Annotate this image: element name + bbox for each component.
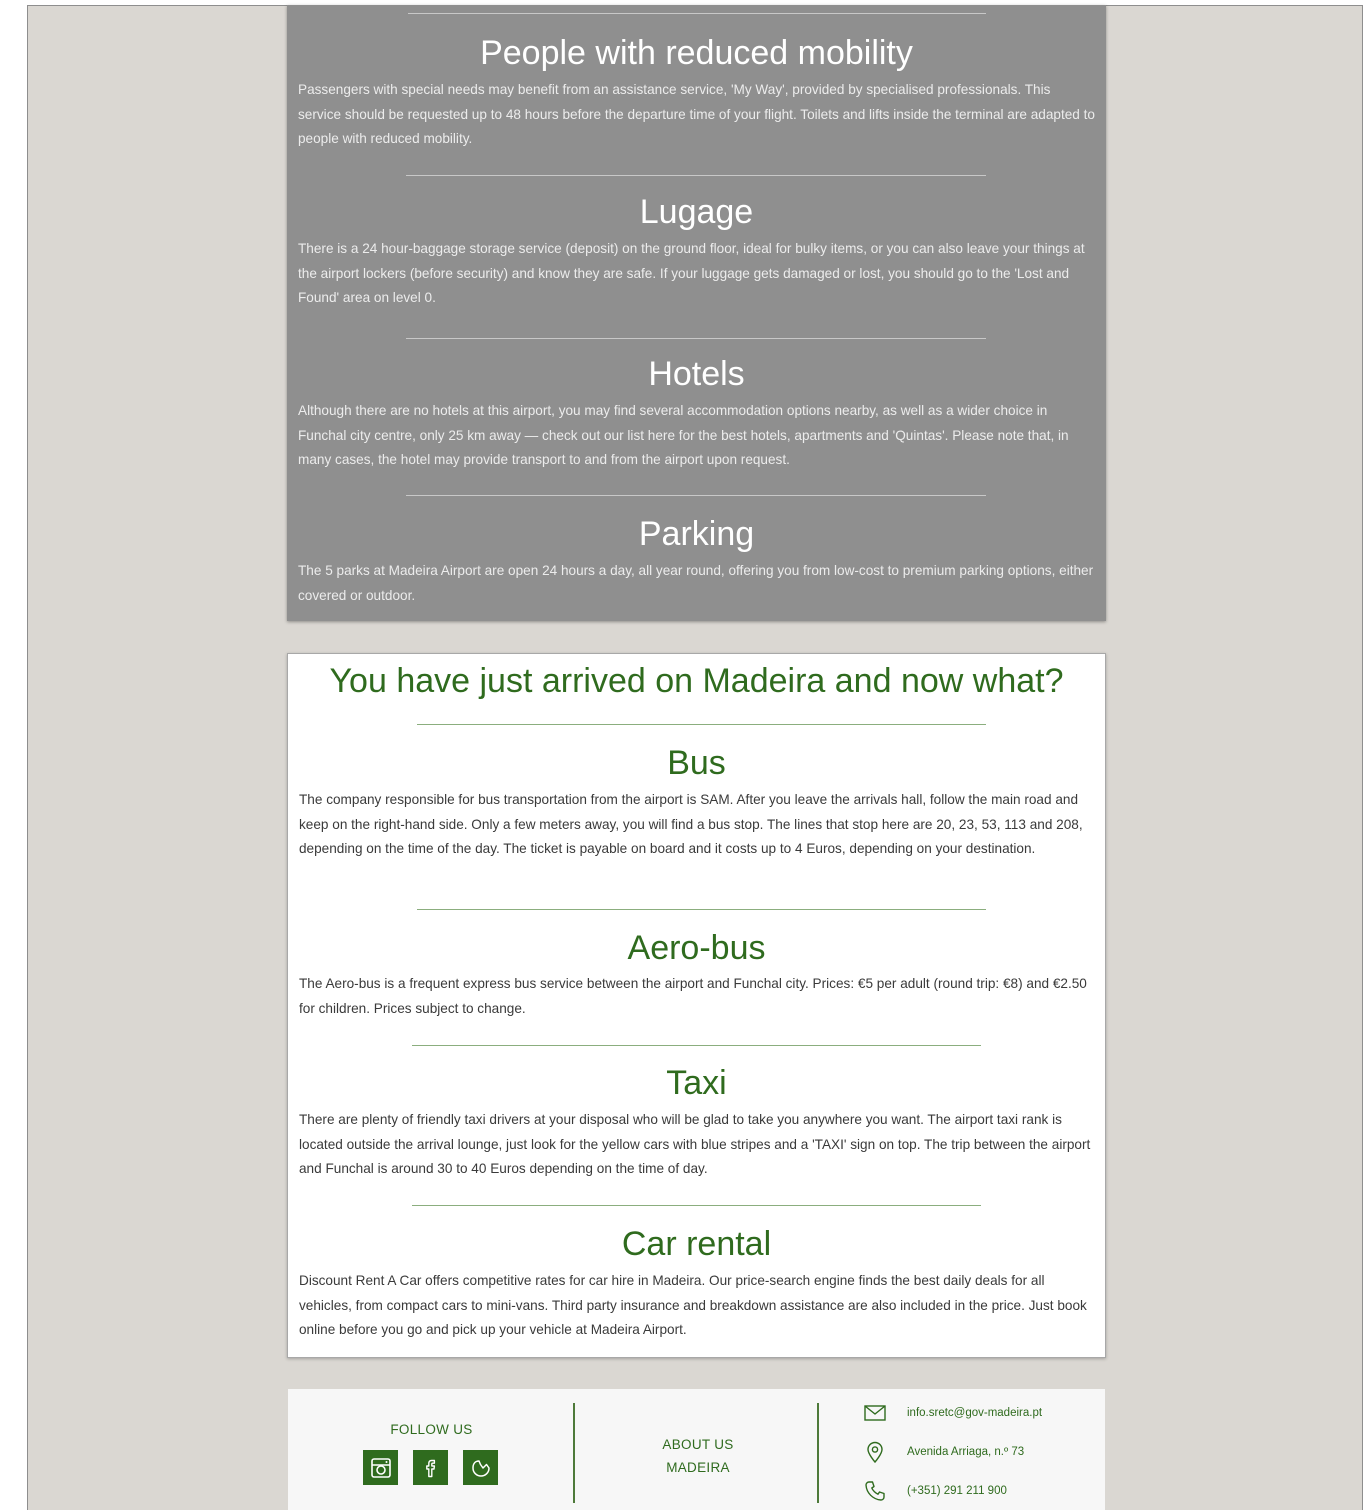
address-text: Avenida Arriaga, n.º 73 [907,1446,1025,1458]
contact-email[interactable]: info.sretc@gov-madeira.pt [863,1401,1042,1425]
section-body-parking: The 5 parks at Madeira Airport are open … [298,563,1094,603]
section-divider [412,1205,981,1206]
about-us-line1: ABOUT US [662,1437,734,1452]
arrival-title: You have just arrived on Madeira and now… [329,662,1064,700]
footer: FOLLOW US ABOUT US MADEIRA info.sretc@go… [288,1389,1105,1510]
section-body-luggage: There is a 24 hour-baggage storage servi… [298,241,1085,305]
section-body-hotels: Although there are no hotels at this air… [298,403,1069,467]
section-divider [406,338,986,339]
section-title-luggage: Lugage [639,193,754,231]
section-divider [417,909,986,910]
section-divider [406,495,986,496]
mail-icon [863,1401,887,1425]
section-divider [408,13,986,14]
section-title-car-rental: Car rental [621,1225,772,1263]
phone-text: (+351) 291 211 900 [907,1485,1007,1497]
airport-info-card: People with reduced mobility Passengers … [287,5,1106,621]
map-pin-icon [863,1440,887,1464]
footer-divider [573,1403,575,1503]
section-title-taxi: Taxi [666,1064,727,1102]
arrival-card: You have just arrived on Madeira and now… [287,653,1106,1358]
section-title-aero-bus: Aero-bus [627,929,766,967]
tripadvisor-icon[interactable] [463,1450,498,1485]
contact-address[interactable]: Avenida Arriaga, n.º 73 [863,1440,1024,1464]
section-body-taxi: There are plenty of friendly taxi driver… [299,1112,1091,1176]
section-divider [412,1045,981,1046]
section-title-hotels: Hotels [648,355,745,393]
section-title-bus: Bus [667,744,726,782]
follow-us-label: FOLLOW US [390,1422,473,1437]
facebook-icon[interactable] [413,1450,448,1485]
email-text: info.sretc@gov-madeira.pt [907,1407,1043,1419]
section-title-parking: Parking [638,515,755,553]
about-us-link[interactable]: ABOUT US MADEIRA [628,1433,768,1479]
footer-divider [817,1403,819,1503]
contact-phone[interactable]: (+351) 291 211 900 [863,1479,1007,1503]
instagram-icon[interactable] [363,1450,398,1485]
phone-icon [863,1479,887,1503]
section-divider [417,724,986,725]
section-body-bus: The company responsible for bus transpor… [299,792,1083,856]
section-body-aero-bus: The Aero-bus is a frequent express bus s… [299,976,1087,1016]
section-title-reduced-mobility: People with reduced mobility [480,34,913,72]
section-body-reduced-mobility: Passengers with special needs may benefi… [298,82,1095,146]
about-us-line2: MADEIRA [666,1460,730,1475]
section-divider [406,175,986,176]
section-body-car-rental: Discount Rent A Car offers competitive r… [299,1273,1087,1337]
